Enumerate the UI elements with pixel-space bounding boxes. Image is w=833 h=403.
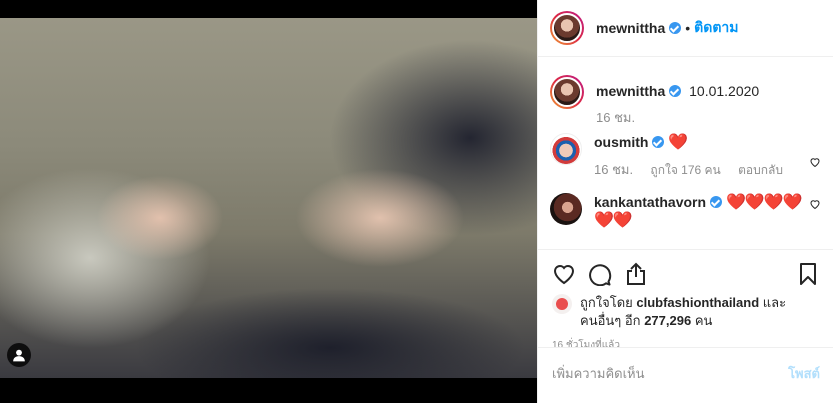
comment-text: ❤️ bbox=[668, 134, 688, 151]
verified-icon bbox=[710, 196, 723, 208]
likes-prefix: ถูกใจโดย bbox=[580, 295, 633, 310]
likes-others-prefix[interactable]: คนอื่นๆ อีก bbox=[580, 313, 641, 328]
liker-username[interactable]: clubfashionthailand bbox=[636, 295, 759, 310]
post-photo[interactable] bbox=[0, 18, 537, 378]
liker-avatar[interactable] bbox=[552, 294, 572, 314]
commenter-avatar[interactable] bbox=[550, 193, 582, 225]
comment-like-button[interactable] bbox=[809, 197, 821, 210]
verified-icon bbox=[669, 22, 682, 34]
comment-text: ❤️❤️❤️❤️ bbox=[725, 194, 803, 211]
comment-like-button[interactable] bbox=[809, 155, 821, 168]
bookmark-icon bbox=[800, 263, 816, 285]
caption: mewnittha 10.01.2020 16 ชม. bbox=[550, 75, 821, 127]
post-header: mewnittha • ติดตาม bbox=[538, 0, 833, 57]
likes-suffix: คน bbox=[694, 313, 713, 328]
comment-button[interactable] bbox=[588, 262, 612, 287]
heart-icon bbox=[810, 200, 820, 210]
likes-and: และ bbox=[762, 295, 787, 310]
save-button[interactable] bbox=[796, 262, 820, 286]
follow-button[interactable]: ติดตาม bbox=[694, 17, 738, 39]
comment-item: ousmith ❤️ 16 ชม. ถูกใจ 176 คน ตอบกลับ bbox=[550, 133, 821, 179]
caption-age: 16 ชม. bbox=[596, 110, 636, 125]
author-username[interactable]: mewnittha bbox=[596, 20, 665, 36]
person-icon bbox=[13, 349, 25, 362]
tagged-people-button[interactable] bbox=[7, 343, 31, 367]
comment-age: 16 ชม. bbox=[594, 162, 634, 177]
post-actions: ถูกใจโดย clubfashionthailand และ คนอื่นๆ… bbox=[538, 249, 833, 401]
like-button[interactable] bbox=[552, 262, 576, 286]
comment-likes[interactable]: ถูกใจ 176 คน bbox=[650, 163, 720, 177]
post-comment-button[interactable]: โพสต์ bbox=[788, 363, 820, 384]
add-comment-bar: เพิ่มความคิดเห็น โพสต์ bbox=[538, 347, 833, 399]
commenter-avatar[interactable] bbox=[550, 133, 582, 165]
likes-count[interactable]: 277,296 bbox=[644, 313, 691, 328]
comments-list: mewnittha 10.01.2020 16 ชม. ousmith ❤️ 1… bbox=[538, 57, 833, 249]
verified-icon bbox=[652, 136, 665, 148]
share-button[interactable] bbox=[624, 262, 648, 286]
share-icon bbox=[627, 262, 645, 285]
likes-summary: ถูกใจโดย clubfashionthailand และ คนอื่นๆ… bbox=[538, 288, 833, 330]
comment-username[interactable]: kankantathavorn bbox=[594, 194, 706, 210]
post-side-panel: mewnittha • ติดตาม mewnittha 10.01.2020 … bbox=[537, 0, 833, 403]
separator-dot: • bbox=[685, 20, 691, 36]
caption-username[interactable]: mewnittha bbox=[596, 83, 665, 99]
post-photo-area bbox=[0, 0, 537, 403]
author-avatar[interactable] bbox=[550, 11, 584, 45]
caption-text: 10.01.2020 bbox=[689, 83, 760, 99]
comment-icon bbox=[589, 264, 612, 287]
comment-username[interactable]: ousmith bbox=[594, 134, 648, 150]
caption-avatar[interactable] bbox=[550, 75, 584, 109]
reply-button[interactable]: ตอบกลับ bbox=[738, 163, 783, 177]
heart-icon bbox=[553, 265, 575, 285]
comment-item: kankantathavorn ❤️❤️❤️❤️ ❤️❤️ bbox=[550, 193, 821, 230]
verified-icon bbox=[669, 85, 682, 97]
heart-icon bbox=[810, 158, 820, 168]
comment-text-continued: ❤️❤️ bbox=[594, 212, 633, 229]
action-icons bbox=[538, 250, 833, 288]
comment-input[interactable]: เพิ่มความคิดเห็น bbox=[552, 363, 788, 384]
